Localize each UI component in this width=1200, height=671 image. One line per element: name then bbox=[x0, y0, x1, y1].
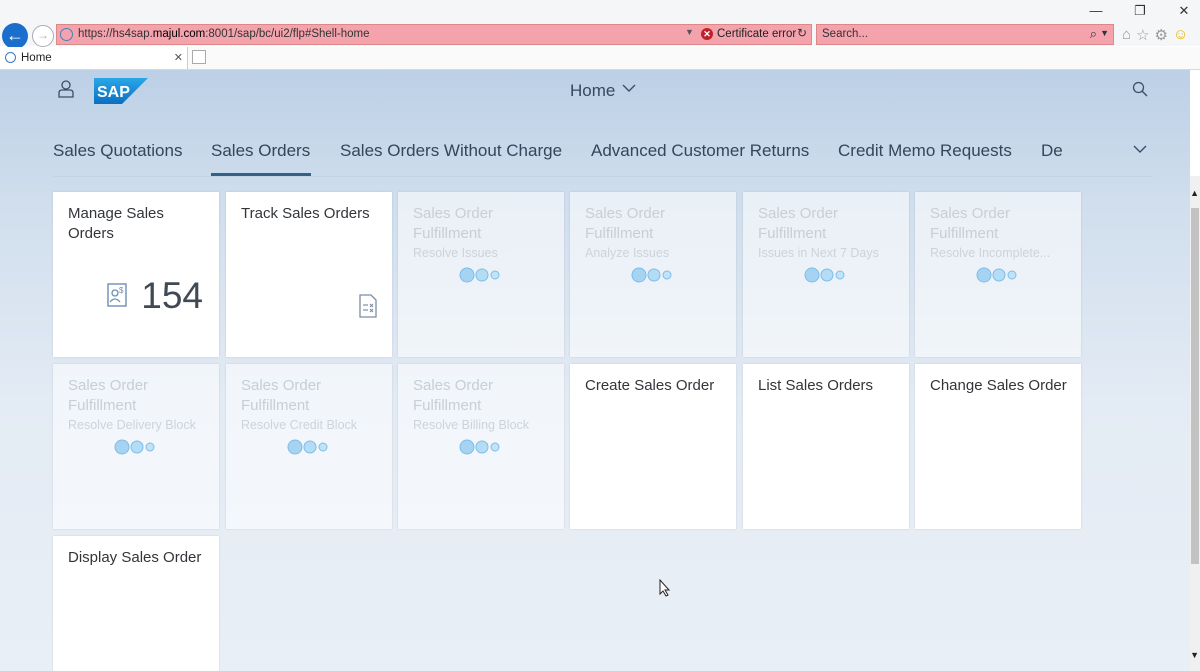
chevron-down-icon[interactable] bbox=[622, 83, 636, 93]
anchor-sales-orders-without-charge[interactable]: Sales Orders Without Charge bbox=[340, 141, 562, 161]
user-icon[interactable] bbox=[58, 80, 74, 98]
tile-track-sales-orders[interactable]: Track Sales Orders bbox=[226, 192, 392, 357]
anchor-credit-memo-requests[interactable]: Credit Memo Requests bbox=[838, 141, 1012, 161]
anchor-truncated[interactable]: De bbox=[1041, 141, 1063, 161]
certificate-error-icon[interactable]: ✕ bbox=[701, 28, 713, 40]
url-text: https://hs4sap.majul.com:8001/sap/bc/ui2… bbox=[78, 28, 370, 40]
loading-indicator bbox=[287, 439, 328, 455]
browser-toolbar: — ❐ ✕ ← → https://hs4sap.majul.com:8001/… bbox=[0, 0, 1200, 49]
window-controls: — ❐ ✕ bbox=[1088, 3, 1192, 19]
scroll-up-icon[interactable]: ▲ bbox=[1190, 188, 1199, 198]
document-checklist-icon bbox=[359, 294, 377, 318]
tile-manage-sales-orders[interactable]: Manage Sales Orders $ 154 bbox=[53, 192, 219, 357]
tab-strip: Home ✕ bbox=[0, 47, 1200, 70]
search-dropdown-icon[interactable]: ▼ bbox=[1100, 28, 1109, 38]
smiley-icon[interactable]: ☺ bbox=[1173, 26, 1188, 44]
search-icon[interactable] bbox=[1132, 81, 1148, 97]
page-title[interactable]: Home bbox=[570, 81, 615, 101]
mouse-cursor-icon bbox=[659, 579, 671, 597]
close-window-button[interactable]: ✕ bbox=[1176, 3, 1192, 19]
ie-icon bbox=[5, 52, 16, 63]
close-tab-icon[interactable]: ✕ bbox=[174, 51, 183, 64]
tile-fulfillment-resolve-issues[interactable]: Sales Order Fulfillment Resolve Issues bbox=[398, 192, 564, 357]
tile-change-sales-order[interactable]: Change Sales Order bbox=[915, 364, 1081, 529]
sap-logo: SAP bbox=[94, 78, 148, 104]
loading-indicator bbox=[631, 267, 672, 283]
loading-indicator bbox=[976, 267, 1017, 283]
anchor-advanced-customer-returns[interactable]: Advanced Customer Returns bbox=[591, 141, 809, 161]
chevron-down-icon[interactable] bbox=[1133, 144, 1147, 154]
scroll-down-icon[interactable]: ▼ bbox=[1190, 650, 1199, 660]
anchor-navigation-bar: Sales Quotations Sales Orders Sales Orde… bbox=[53, 136, 1153, 177]
kpi-number: 154 bbox=[141, 275, 203, 316]
gear-icon[interactable]: ⚙ bbox=[1155, 26, 1168, 44]
tile-fulfillment-delivery-block[interactable]: Sales Order Fulfillment Resolve Delivery… bbox=[53, 364, 219, 529]
tile-create-sales-order[interactable]: Create Sales Order bbox=[570, 364, 736, 529]
loading-indicator bbox=[459, 267, 500, 283]
tile-fulfillment-billing-block[interactable]: Sales Order Fulfillment Resolve Billing … bbox=[398, 364, 564, 529]
sales-document-icon: $ bbox=[107, 283, 127, 307]
search-icon[interactable]: ⌕ bbox=[1090, 26, 1097, 42]
new-tab-button[interactable] bbox=[192, 50, 206, 64]
page-icon bbox=[60, 28, 73, 41]
svg-text:SAP: SAP bbox=[97, 84, 130, 101]
browser-tools: ⌂ ☆ ⚙ ☺ bbox=[1122, 26, 1188, 44]
refresh-icon[interactable]: ↻ bbox=[797, 26, 807, 40]
fiori-launchpad: SAP Home Sales Quotations Sales Orders S… bbox=[0, 70, 1190, 671]
minimize-button[interactable]: — bbox=[1088, 3, 1104, 19]
favorites-star-icon[interactable]: ☆ bbox=[1136, 26, 1149, 44]
tile-fulfillment-next-7-days[interactable]: Sales Order Fulfillment Issues in Next 7… bbox=[743, 192, 909, 357]
tile-fulfillment-resolve-incomplete[interactable]: Sales Order Fulfillment Resolve Incomple… bbox=[915, 192, 1081, 357]
tile-fulfillment-analyze-issues[interactable]: Sales Order Fulfillment Analyze Issues bbox=[570, 192, 736, 357]
browser-tab-home[interactable]: Home ✕ bbox=[0, 47, 188, 69]
address-dropdown-icon[interactable]: ▼ bbox=[685, 27, 694, 37]
selected-anchor-indicator bbox=[211, 173, 311, 176]
forward-button[interactable]: → bbox=[32, 25, 54, 47]
svg-text:$: $ bbox=[119, 286, 124, 295]
certificate-error-label[interactable]: Certificate error bbox=[717, 28, 796, 40]
address-bar[interactable]: https://hs4sap.majul.com:8001/sap/bc/ui2… bbox=[56, 24, 812, 45]
tile-display-sales-order[interactable]: Display Sales Order bbox=[53, 536, 219, 671]
tile-list-sales-orders[interactable]: List Sales Orders bbox=[743, 364, 909, 529]
anchor-sales-orders[interactable]: Sales Orders bbox=[211, 141, 310, 161]
home-icon[interactable]: ⌂ bbox=[1122, 26, 1131, 44]
tile-fulfillment-credit-block[interactable]: Sales Order Fulfillment Resolve Credit B… bbox=[226, 364, 392, 529]
restore-button[interactable]: ❐ bbox=[1132, 3, 1148, 19]
loading-indicator bbox=[114, 439, 155, 455]
scrollbar-thumb[interactable] bbox=[1191, 208, 1199, 564]
anchor-sales-quotations[interactable]: Sales Quotations bbox=[53, 141, 182, 161]
back-button[interactable]: ← bbox=[2, 23, 28, 49]
loading-indicator bbox=[459, 439, 500, 455]
loading-indicator bbox=[804, 267, 845, 283]
browser-search-input[interactable]: Search... ⌕ ▼ bbox=[816, 24, 1114, 45]
